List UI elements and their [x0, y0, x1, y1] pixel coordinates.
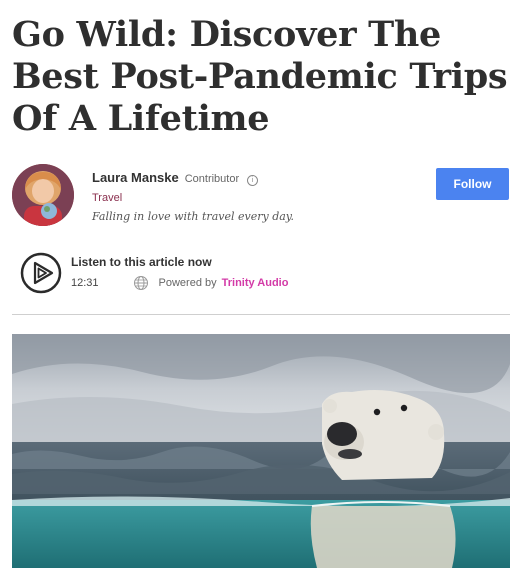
author-name-row: Laura Manske Contributor i — [92, 170, 392, 186]
article-headline: Go Wild: Discover The Best Post-Pandemic… — [12, 14, 508, 139]
info-icon[interactable]: i — [247, 175, 259, 186]
audio-player: Listen to this article now 12:31 Powered… — [20, 252, 500, 296]
powered-by-label: Powered by — [158, 277, 217, 289]
trinity-audio-link[interactable]: Trinity Audio — [222, 277, 289, 289]
hero-image-polar-bear — [12, 334, 510, 568]
polar-bear-photo — [12, 334, 510, 568]
audio-duration: 12:31 — [71, 277, 99, 289]
top-crumb-fade — [12, 0, 132, 2]
play-icon[interactable] — [20, 252, 62, 294]
audio-title: Listen to this article now — [71, 255, 212, 269]
follow-button[interactable]: Follow — [436, 168, 509, 200]
audio-meta: 12:31 Powered by Trinity Audio — [71, 275, 288, 291]
divider — [12, 314, 510, 315]
author-role: Contributor — [184, 173, 240, 185]
author-bio: Falling in love with travel every day. — [92, 210, 295, 223]
author-section-link[interactable]: Travel — [92, 192, 392, 204]
author-block: Laura Manske Contributor i Travel Fallin… — [12, 164, 512, 232]
author-info: Laura Manske Contributor i Travel Fallin… — [92, 170, 392, 223]
author-name[interactable]: Laura Manske — [92, 170, 179, 185]
author-avatar[interactable] — [12, 164, 74, 226]
globe-icon — [133, 276, 148, 290]
